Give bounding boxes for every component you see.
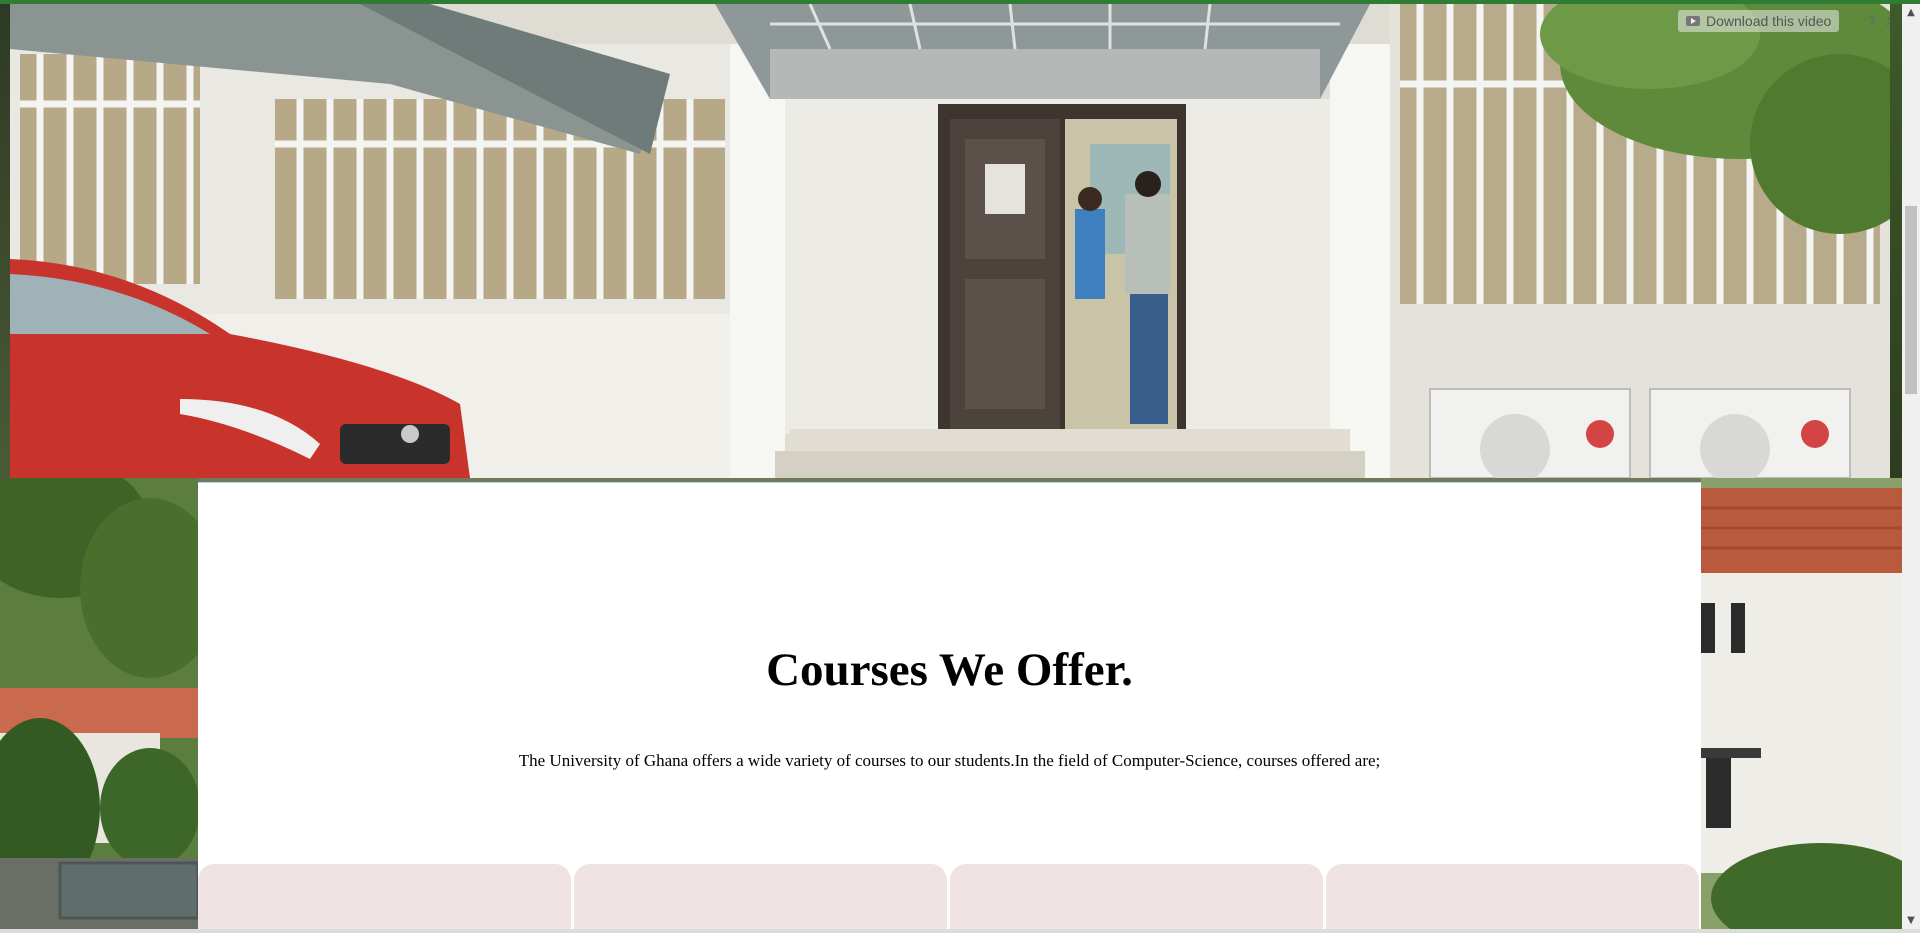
course-card-1[interactable] [198, 864, 571, 933]
course-card-2[interactable] [574, 864, 947, 933]
course-card-row [198, 864, 1701, 933]
courses-title: Courses We Offer. [766, 644, 1133, 696]
video-help-button[interactable]: ? [1868, 10, 1876, 32]
download-video-button[interactable]: Download this video [1678, 10, 1840, 32]
page: Download this video ? X [0, 0, 1920, 933]
courses-section: Courses We Offer. The University of Ghan… [198, 482, 1701, 933]
background-photo-right [1701, 478, 1902, 933]
background-photo-left [0, 478, 198, 933]
courses-description: The University of Ghana offers a wide va… [518, 751, 1381, 770]
hero-video[interactable]: Download this video ? X [10, 4, 1890, 478]
course-card-3[interactable] [950, 864, 1323, 933]
hero-right-edge [1890, 4, 1902, 478]
scroll-down-arrow-icon[interactable]: ▼ [1902, 912, 1920, 929]
window-bottom-edge [0, 929, 1920, 933]
scroll-thumb[interactable] [1905, 206, 1917, 394]
download-video-label: Download this video [1706, 13, 1832, 29]
scroll-up-arrow-icon[interactable]: ▲ [1902, 4, 1920, 21]
hero-left-edge [0, 4, 10, 478]
hero-video-frame [10, 4, 1890, 478]
download-icon [1686, 16, 1700, 26]
course-card-4[interactable] [1326, 864, 1699, 933]
background-photo-right-image [1701, 478, 1902, 933]
page-scrollbar[interactable]: ▲ ▼ [1902, 4, 1920, 929]
background-photo-left-image [0, 478, 198, 933]
